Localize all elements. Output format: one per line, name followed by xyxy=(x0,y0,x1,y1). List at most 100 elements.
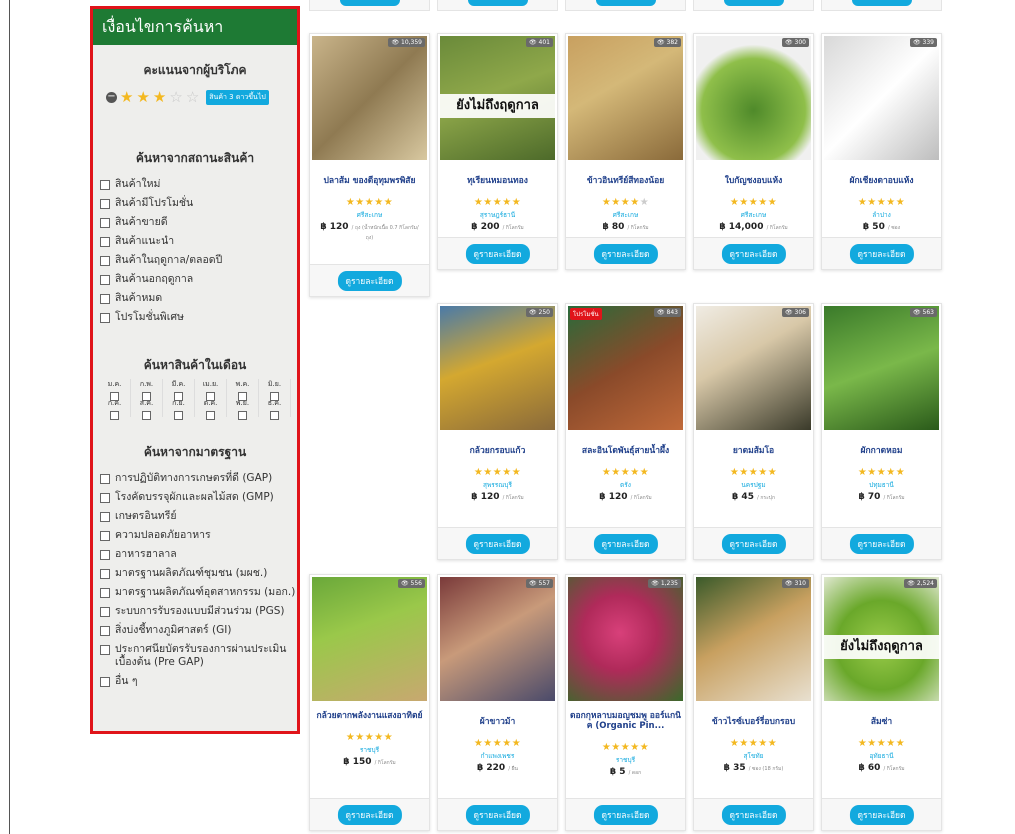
checkbox[interactable] xyxy=(100,588,110,598)
product-card[interactable]: 👁 382 ข้าวอินทรีย์สีทองน้อย ★★★★★ ศรีสะเกษ฿… xyxy=(565,33,686,270)
product-card[interactable]: 👁 843 โปรโมชั่น สละอินโดพันธุ์สายน้ำผึ้ง ★★… xyxy=(565,303,686,560)
product-image[interactable]: 👁 310 xyxy=(696,577,811,701)
filter-option[interactable]: เกษตรอินทรีย์ xyxy=(100,510,297,523)
detail-button[interactable]: ดูรายละเอียด xyxy=(593,805,658,825)
checkbox[interactable] xyxy=(100,256,110,266)
product-name[interactable]: กล้วยกรอบแก้ว xyxy=(438,446,557,456)
checkbox[interactable] xyxy=(100,512,110,522)
detail-button[interactable] xyxy=(467,0,528,6)
checkbox[interactable] xyxy=(100,607,110,617)
detail-button[interactable]: ดูรายละเอียด xyxy=(465,244,530,264)
checkbox[interactable] xyxy=(174,411,183,420)
checkbox[interactable] xyxy=(100,294,110,304)
star-empty-icon[interactable]: ☆ xyxy=(169,90,182,105)
detail-button[interactable] xyxy=(851,0,912,6)
checkbox[interactable] xyxy=(100,550,110,560)
month-option[interactable]: ต.ค. xyxy=(195,398,227,420)
month-option[interactable]: ก.ค. xyxy=(99,398,131,420)
star-empty-icon[interactable]: ☆ xyxy=(186,90,199,105)
detail-button[interactable]: ดูรายละเอียด xyxy=(593,244,658,264)
filter-option[interactable]: สินค้าขายดี xyxy=(100,216,297,229)
product-card[interactable]: 👁 1,235 ดอกกุหลาบมอญชมพู ออร์แกนิค (Organ… xyxy=(565,574,686,831)
product-name[interactable]: ข้าวอินทรีย์สีทองน้อย xyxy=(566,176,685,186)
product-card[interactable]: 👁 557 ผ้าขาวม้า ★★★★★ กำแพงเพชร฿ 220 / ผืนด… xyxy=(437,574,558,831)
product-name[interactable]: ยาดมส้มโอ xyxy=(694,446,813,456)
product-name[interactable]: ผักเชียงดาอบแห้ง xyxy=(822,176,941,186)
checkbox[interactable] xyxy=(100,180,110,190)
detail-button[interactable]: ดูรายละเอียด xyxy=(721,805,786,825)
product-image[interactable]: 👁 556 xyxy=(312,577,427,701)
checkbox[interactable] xyxy=(100,677,110,687)
filter-option[interactable]: สินค้าแนะนำ xyxy=(100,235,297,248)
filter-option[interactable]: ระบบการรับรองแบบมีส่วนร่วม (PGS) xyxy=(100,605,297,618)
product-name[interactable]: ทุเรียนหมอนทอง xyxy=(438,176,557,186)
filter-option[interactable]: โรงคัดบรรจุผักและผลไม้สด (GMP) xyxy=(100,491,297,504)
product-image[interactable]: 👁 306 xyxy=(696,306,811,430)
product-image[interactable]: 👁 557 xyxy=(440,577,555,701)
filter-option[interactable]: มาตรฐานผลิตภัณฑ์อุตสาหกรรม (มอก.) xyxy=(100,586,297,599)
month-option[interactable]: ก.พ. xyxy=(131,379,163,401)
star-icon[interactable]: ★ xyxy=(120,90,133,105)
filter-option[interactable]: สินค้าใหม่ xyxy=(100,178,297,191)
product-name[interactable]: ส้มซ่า xyxy=(822,717,941,727)
product-card[interactable]: 👁 2,524 ยังไม่ถึงฤดูกาล ส้มซ่า ★★★★★ อุทัยธา… xyxy=(821,574,942,831)
product-image[interactable]: 👁 382 xyxy=(568,36,683,160)
product-image[interactable]: 👁 339 xyxy=(824,36,939,160)
detail-button[interactable] xyxy=(595,0,656,6)
product-image[interactable]: 👁 300 xyxy=(696,36,811,160)
detail-button[interactable]: ดูรายละเอียด xyxy=(465,805,530,825)
product-name[interactable]: ปลาส้ม ของดีอุทุมพรพิสัย xyxy=(310,176,429,186)
product-name[interactable]: ผ้าขาวม้า xyxy=(438,717,557,727)
detail-button[interactable] xyxy=(339,0,400,6)
filter-option[interactable]: ความปลอดภัยอาหาร xyxy=(100,529,297,542)
product-image[interactable]: 👁 2,524 ยังไม่ถึงฤดูกาล xyxy=(824,577,939,701)
product-name[interactable]: ผักกาดหอม xyxy=(822,446,941,456)
product-card[interactable]: 👁 250 กล้วยกรอบแก้ว ★★★★★ สุพรรณบุรี฿ 120 /… xyxy=(437,303,558,560)
star-icon[interactable]: ★ xyxy=(153,90,166,105)
product-card[interactable]: 👁 563 ผักกาดหอม ★★★★★ ปทุมธานี฿ 70 / กิโลกร… xyxy=(821,303,942,560)
product-card[interactable]: 👁 300 ใบกัญชงอบแห้ง ★★★★★ ศรีสะเกษ฿ 14,000 … xyxy=(693,33,814,270)
product-image[interactable]: 👁 843 โปรโมชั่น xyxy=(568,306,683,430)
month-option[interactable]: ธ.ค. xyxy=(259,398,291,420)
detail-button[interactable]: ดูรายละเอียด xyxy=(337,271,402,291)
filter-option[interactable]: ประกาศนียบัตรรับรองการผ่านประเมินเบื้องต… xyxy=(100,643,297,669)
month-option[interactable]: ก.ย. xyxy=(163,398,195,420)
product-image[interactable]: 👁 1,235 xyxy=(568,577,683,701)
product-image[interactable]: 👁 563 xyxy=(824,306,939,430)
checkbox[interactable] xyxy=(110,411,119,420)
checkbox[interactable] xyxy=(142,411,151,420)
filter-option[interactable]: อื่น ๆ xyxy=(100,675,297,688)
checkbox[interactable] xyxy=(100,474,110,484)
checkbox[interactable] xyxy=(100,275,110,285)
product-image[interactable]: 👁 10,359 xyxy=(312,36,427,160)
filter-option[interactable]: สินค้ามีโปรโมชั่น xyxy=(100,197,297,210)
filter-option[interactable]: อาหารฮาลาล xyxy=(100,548,297,561)
detail-button[interactable]: ดูรายละเอียด xyxy=(721,534,786,554)
detail-button[interactable]: ดูรายละเอียด xyxy=(849,534,914,554)
star-icon[interactable]: ★ xyxy=(136,90,149,105)
product-card[interactable]: 👁 10,359 ปลาส้ม ของดีอุทุมพรพิสัย ★★★★★ ศรี… xyxy=(309,33,430,297)
detail-button[interactable]: ดูรายละเอียด xyxy=(849,805,914,825)
filter-option[interactable]: สินค้าหมด xyxy=(100,292,297,305)
filter-option[interactable]: โปรโมชั่นพิเศษ xyxy=(100,311,297,324)
month-option[interactable]: พ.ค. xyxy=(227,379,259,401)
detail-button[interactable]: ดูรายละเอียด xyxy=(721,244,786,264)
product-card[interactable]: 👁 306 ยาดมส้มโอ ★★★★★ นครปฐม฿ 45 / กระปุก ดู… xyxy=(693,303,814,560)
checkbox[interactable] xyxy=(238,411,247,420)
filter-option[interactable]: การปฏิบัติทางการเกษตรที่ดี (GAP) xyxy=(100,472,297,485)
month-option[interactable]: มี.ค. xyxy=(163,379,195,401)
detail-button[interactable] xyxy=(723,0,784,6)
filter-option[interactable]: สินค้าในฤดูกาล/ตลอดปี xyxy=(100,254,297,267)
rating-filter[interactable]: − ★ ★ ★ ☆ ☆ สินค้า 3 ดาวขึ้นไป xyxy=(93,90,297,105)
month-option[interactable]: มิ.ย. xyxy=(259,379,291,401)
checkbox[interactable] xyxy=(100,218,110,228)
product-card[interactable]: 👁 339 ผักเชียงดาอบแห้ง ★★★★★ ลำปาง฿ 50 / ซอ… xyxy=(821,33,942,270)
product-name[interactable]: สละอินโดพันธุ์สายน้ำผึ้ง xyxy=(566,446,685,456)
filter-option[interactable]: สินค้านอกฤดูกาล xyxy=(100,273,297,286)
checkbox[interactable] xyxy=(206,411,215,420)
checkbox[interactable] xyxy=(270,411,279,420)
checkbox[interactable] xyxy=(100,237,110,247)
product-image[interactable]: 👁 401 ยังไม่ถึงฤดูกาล xyxy=(440,36,555,160)
month-option[interactable]: ส.ค. xyxy=(131,398,163,420)
checkbox[interactable] xyxy=(100,313,110,323)
